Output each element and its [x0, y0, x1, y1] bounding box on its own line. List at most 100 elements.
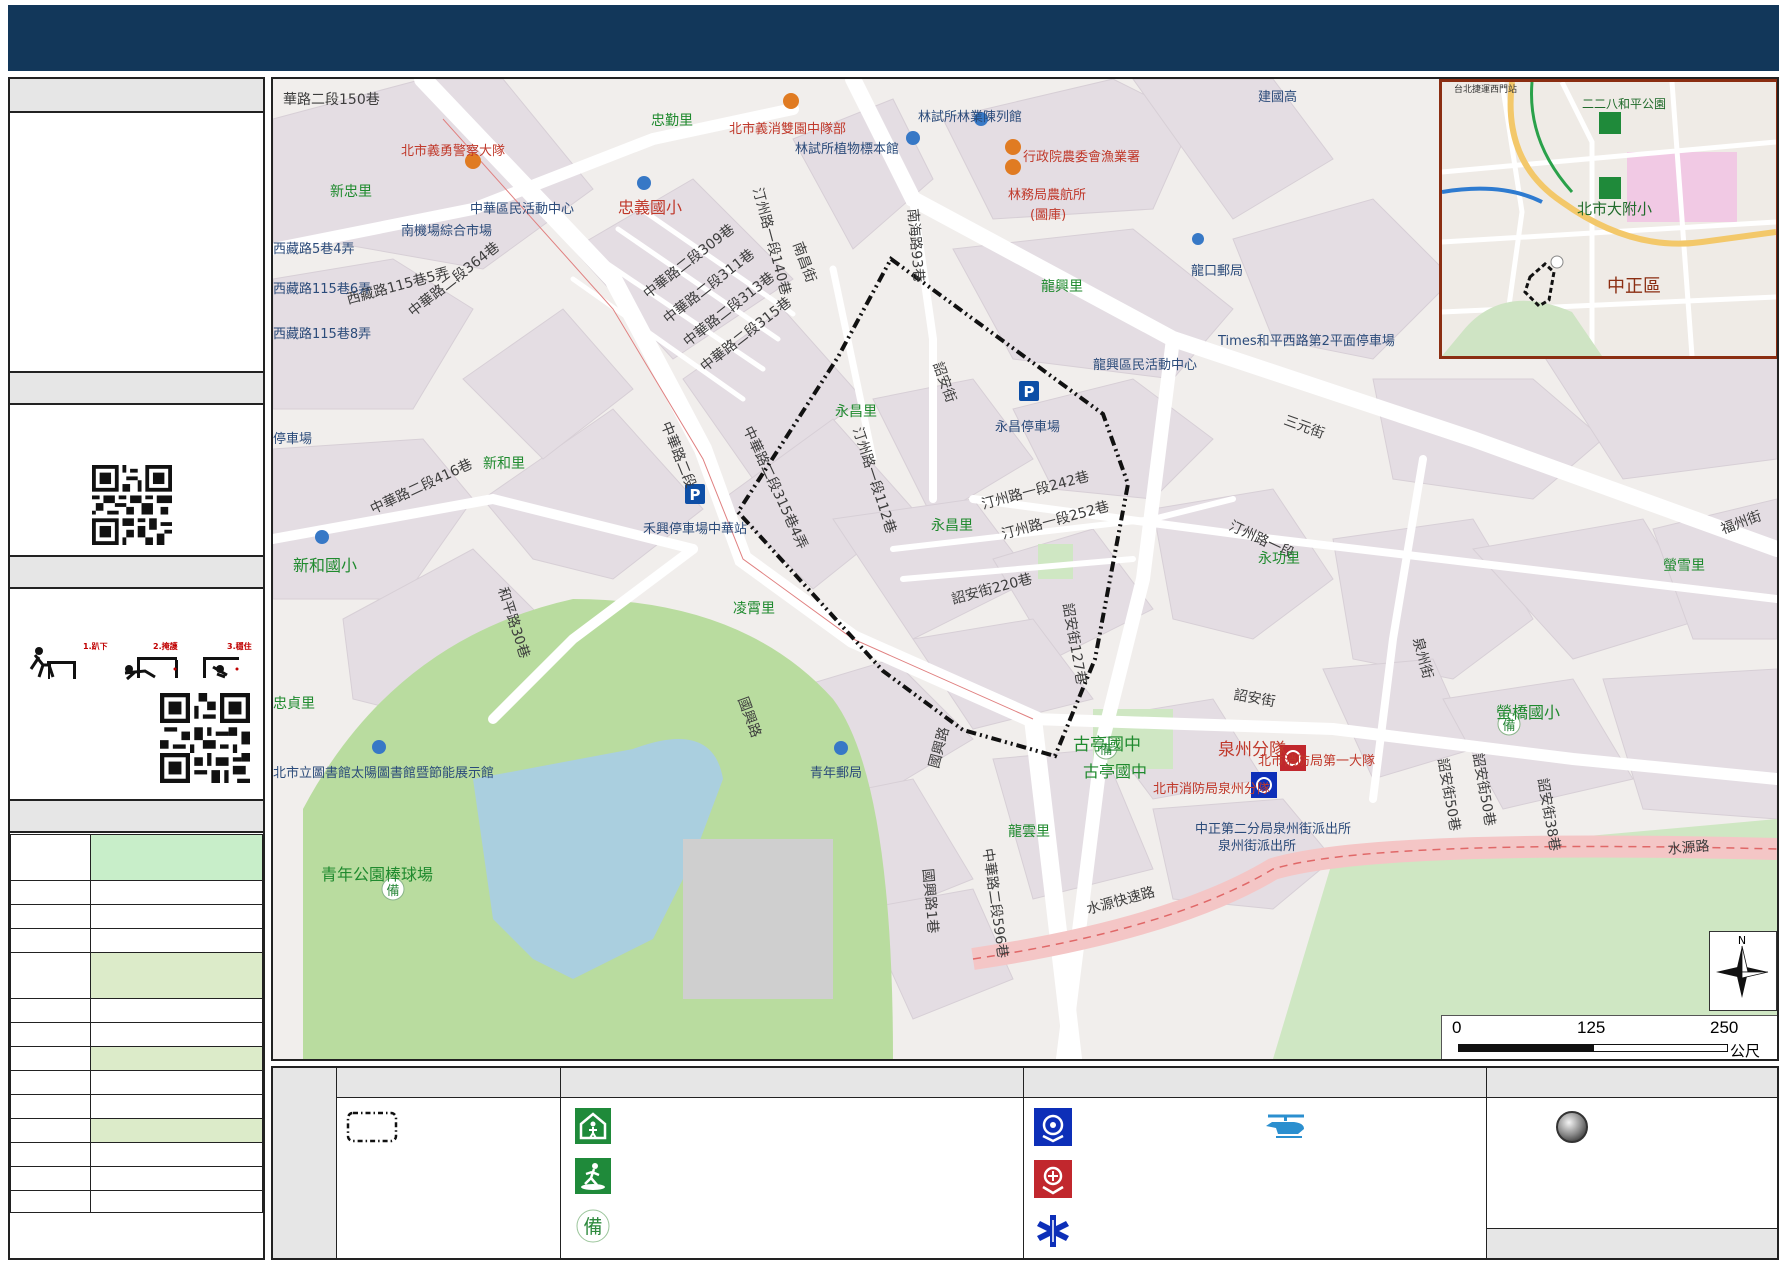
indoor-shelter-icon — [575, 1108, 611, 1144]
map-legend: 備 — [271, 1066, 1779, 1260]
legend-column-boundary — [337, 1068, 561, 1258]
info-section-body-1 — [10, 113, 263, 371]
place-label: 忠勤里 — [651, 113, 693, 129]
place-label: 新和里 — [483, 456, 525, 472]
place-label: 林試所植物標本館 — [795, 141, 899, 157]
inset-label-park: 二二八和平公園 — [1582, 97, 1666, 111]
inset-map[interactable]: 二二八和平公園 北市大附小 中正區 台北捷運西門站 — [1439, 79, 1777, 359]
place-label: 泉州街派出所 — [1218, 838, 1296, 854]
shelter-table-header — [10, 799, 263, 833]
map-view[interactable]: P P 備 備 備 華路二段150巷 汀州路一段140巷 南海路93巷 中華路二… — [271, 77, 1779, 1061]
svg-text:備: 備 — [583, 1216, 602, 1238]
evacuation-map-page: 1.趴下 2.掩護 3.穩住 P P 備 備 備 華路二段150巷 汀州路一段1… — [0, 0, 1786, 1263]
qr-code-1[interactable] — [92, 465, 172, 545]
fire-icon — [1034, 1160, 1072, 1198]
place-label: 永昌停車場 — [995, 419, 1060, 435]
place-label: 永功里 — [1258, 551, 1300, 567]
place-label: 北市消防局泉州分隊 — [1153, 781, 1270, 797]
place-label: 古亭國中 — [1083, 762, 1147, 781]
scale-tick-250: 250 — [1710, 1018, 1739, 1037]
backup-shelter-icon: 備 — [576, 1209, 610, 1243]
drop-cover-hold-icon: 1.趴下 2.掩護 3.穩住 — [29, 641, 252, 681]
place-label: 忠貞里 — [273, 696, 315, 712]
place-label: 青年郵局 — [810, 766, 862, 781]
place-label: 北市消防局第一大隊 — [1258, 753, 1375, 769]
place-label: 南機場綜合市場 — [401, 223, 492, 239]
park-building — [683, 839, 833, 999]
inset-canvas: 二二八和平公園 北市大附小 中正區 台北捷運西門站 — [1442, 82, 1776, 356]
place-label: 古亭國中 — [1073, 735, 1141, 755]
place-label: 北市義勇警察大隊 — [401, 143, 505, 159]
place-label: 北市立圖書館太陽圖書館暨節能展示館 — [273, 765, 494, 781]
legend-header-monitor — [1487, 1068, 1777, 1098]
svg-text:2.掩護: 2.掩護 — [153, 641, 179, 651]
legend-title-column — [273, 1068, 337, 1258]
place-label: Times和平西路第2平面停車場 — [1217, 333, 1395, 349]
legend-header-shelters — [561, 1068, 1023, 1098]
place-label: 青年公園棒球場 — [321, 865, 433, 884]
place-label: 行政院農委會漁業署 — [1023, 149, 1140, 165]
scale-bar: 0 125 250 公尺 — [1441, 1015, 1777, 1060]
shelter-table — [10, 834, 264, 1213]
place-label: 禾興停車場中華站 — [643, 521, 747, 537]
place-label: 凌霄里 — [733, 601, 775, 617]
place-label: 中正第二分局泉州街派出所 — [1195, 821, 1351, 837]
place-label: 新忠里 — [330, 184, 372, 200]
place-label: 永昌里 — [835, 404, 877, 420]
inset-label-district: 中正區 — [1607, 276, 1661, 297]
inset-park-icon — [1599, 112, 1621, 134]
scale-tick-0: 0 — [1452, 1018, 1462, 1037]
place-label: 北市義消雙園中隊部 — [729, 121, 846, 137]
qr-section-header — [10, 371, 263, 405]
qr-code-2[interactable] — [160, 693, 250, 783]
svg-text:P: P — [1024, 383, 1035, 401]
svg-text:備: 備 — [386, 883, 399, 899]
place-label: 龍興里 — [1041, 278, 1083, 295]
boundary-icon — [346, 1111, 398, 1143]
svg-text:1.趴下: 1.趴下 — [83, 642, 108, 651]
svg-text:3.穩住: 3.穩住 — [227, 641, 252, 651]
place-label: 新和國小 — [293, 556, 357, 575]
north-label: N — [1738, 934, 1746, 947]
legend-column-monitor — [1487, 1068, 1777, 1258]
legend-header-boundary — [337, 1068, 560, 1098]
legend-header-rescue — [1024, 1068, 1486, 1098]
parking-marker-yongchang[interactable]: P — [1019, 381, 1039, 401]
scale-unit: 公尺 — [1730, 1042, 1761, 1060]
qr-section-body — [10, 405, 263, 555]
place-label: 西藏路115巷8弄 — [273, 326, 371, 342]
place-label: 永昌里 — [931, 518, 973, 534]
outdoor-shelter-icon — [575, 1158, 611, 1194]
legend-column-shelters: 備 — [561, 1068, 1024, 1258]
place-label: 龍雲里 — [1008, 823, 1050, 840]
scale-tick-125: 125 — [1577, 1018, 1606, 1037]
inset-label-metro: 台北捷運西門站 — [1454, 83, 1517, 95]
title-banner — [8, 5, 1779, 71]
place-label: 龍興區民活動中心 — [1093, 357, 1197, 373]
svg-text:P: P — [690, 486, 701, 504]
drill-section-header — [10, 555, 263, 589]
drill-section-body: 1.趴下 2.掩護 3.穩住 — [10, 589, 263, 799]
legend-column-rescue — [1024, 1068, 1487, 1258]
place-label: 停車場 — [273, 431, 312, 447]
inset-label-school: 北市大附小 — [1577, 200, 1652, 218]
place-label: 龍口郵局 — [1191, 263, 1243, 279]
place-label: 螢雪里 — [1663, 558, 1705, 574]
place-label: 林試所林業陳列館 — [918, 109, 1022, 125]
place-label: 忠義國小 — [618, 198, 682, 217]
road-label: 華路二段150巷 — [283, 92, 380, 108]
police-icon — [1034, 1108, 1072, 1146]
place-label: 西藏路5巷4弄 — [273, 241, 355, 257]
place-label: (圖庫) — [1030, 208, 1066, 223]
medical-icon — [1037, 1215, 1069, 1247]
left-info-column: 1.趴下 2.掩護 3.穩住 — [8, 77, 265, 1260]
place-label: 林務局農航所 — [1008, 187, 1086, 203]
north-arrow: N — [1709, 931, 1777, 1011]
helicopter-icon — [1266, 1114, 1304, 1138]
info-section-header-1 — [10, 79, 263, 113]
inset-school-icon — [1599, 177, 1621, 199]
place-label: 螢橋國小 — [1496, 703, 1560, 722]
place-label: 建國高 — [1258, 89, 1297, 105]
legend-monitor-footer — [1487, 1228, 1777, 1258]
place-label: 西藏路115巷6弄 — [273, 281, 371, 297]
